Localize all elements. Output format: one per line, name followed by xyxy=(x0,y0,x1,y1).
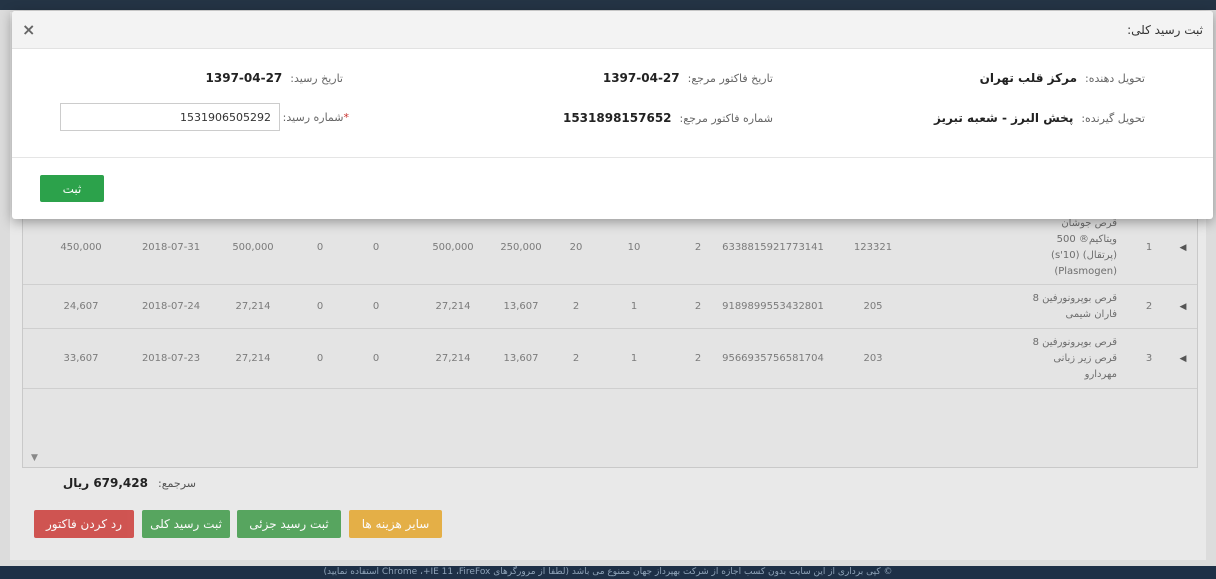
grand-total: سرجمع: 679,428 ریال xyxy=(63,476,196,490)
item-unit-price: 250,000 xyxy=(500,242,542,253)
delivered-by-value: مرکز قلب تهران xyxy=(979,71,1077,85)
receipt-number-label-text: شماره رسید: xyxy=(282,111,344,124)
item-col-3: 2 xyxy=(572,353,580,364)
table-row[interactable]: ◀ 2 قرص بوپرونورفین 8 فاران شیمی 205 918… xyxy=(23,285,1197,329)
item-col-1: 2 xyxy=(694,301,702,312)
receipt-date-field: تاریخ رسید: 1397-04-27 xyxy=(206,71,343,85)
table-row[interactable]: ◀ 3 قرص بوپرونورفین 8 قرص زیر زبانی مهرد… xyxy=(23,329,1197,389)
modal-title: ثبت رسید کلی: xyxy=(1127,23,1203,37)
item-name: قرص بوپرونورفین 8 فاران شیمی xyxy=(1032,292,1117,320)
total-receipt-button[interactable]: ثبت رسید کلی xyxy=(142,510,230,538)
item-final: 500,000 xyxy=(232,242,274,253)
items-grid: ◀ 1 قرص جوشان ویتاکیم® 500 (پرتقال) (10'… xyxy=(22,210,1198,468)
item-payable: 24,607 xyxy=(63,301,99,312)
item-date: 2018-07-31 xyxy=(141,242,201,253)
item-date: 2018-07-23 xyxy=(141,353,201,364)
item-date: 2018-07-24 xyxy=(141,301,201,312)
ref-invoice-number-field: شماره فاکتور مرجع: 1531898157652 xyxy=(563,111,773,125)
delivered-by-field: تحویل دهنده: مرکز قلب تهران xyxy=(980,71,1145,85)
item-payable: 33,607 xyxy=(63,353,99,364)
item-col-2: 1 xyxy=(630,301,638,312)
item-final: 27,214 xyxy=(235,353,271,364)
receipt-date-label: تاریخ رسید: xyxy=(290,72,343,85)
other-costs-button[interactable]: سایر هزینه ها xyxy=(349,510,442,538)
expand-caret-icon[interactable]: ◀ xyxy=(1171,211,1195,284)
item-col-4: 0 xyxy=(372,242,380,253)
copyright-footer: © کپی برداری از این سایت بدون کسب اجازه … xyxy=(0,566,1216,579)
item-code: 205 xyxy=(863,301,883,312)
close-icon[interactable]: × xyxy=(22,20,35,39)
item-col-5: 0 xyxy=(316,242,324,253)
item-col-4: 0 xyxy=(372,353,380,364)
ref-invoice-date-label: تاریخ فاکتور مرجع: xyxy=(687,72,773,85)
item-name: قرص بوپرونورفین 8 قرص زیر زبانی مهردارو xyxy=(1032,336,1117,380)
scroll-down-icon[interactable]: ▼ xyxy=(31,453,38,463)
grand-total-value: 679,428 ریال xyxy=(62,476,148,490)
item-col-3: 20 xyxy=(569,242,583,253)
item-total: 27,214 xyxy=(435,301,471,312)
item-total: 500,000 xyxy=(432,242,474,253)
receipt-number-field: *شماره رسید: xyxy=(283,111,349,124)
ref-invoice-number-value: 1531898157652 xyxy=(562,111,672,125)
modal-header: ثبت رسید کلی: × xyxy=(12,11,1213,49)
item-code: 123321 xyxy=(853,242,893,253)
item-unit-price: 13,607 xyxy=(503,301,539,312)
item-barcode: 6338815921773141 xyxy=(722,242,824,253)
row-number: 1 xyxy=(1145,242,1153,253)
item-col-5: 0 xyxy=(316,301,324,312)
top-navbar xyxy=(0,0,1216,10)
modal-divider xyxy=(12,157,1213,158)
receipt-number-input[interactable] xyxy=(60,103,280,131)
delivered-by-label: تحویل دهنده: xyxy=(1085,72,1145,85)
item-col-3: 2 xyxy=(572,301,580,312)
grand-total-label: سرجمع: xyxy=(157,477,196,490)
item-col-2: 1 xyxy=(630,353,638,364)
submit-button[interactable]: ثبت xyxy=(40,175,104,202)
total-receipt-modal: ثبت رسید کلی: × تحویل دهنده: مرکز قلب ته… xyxy=(12,11,1213,219)
receiver-value: پخش البرز - شعبه تبریز xyxy=(934,111,1074,125)
item-col-2: 10 xyxy=(627,242,641,253)
reject-invoice-button[interactable]: رد کردن فاکتور xyxy=(34,510,134,538)
expand-caret-icon[interactable]: ◀ xyxy=(1171,285,1195,328)
item-final: 27,214 xyxy=(235,301,271,312)
item-unit-price: 13,607 xyxy=(503,353,539,364)
ref-invoice-date-field: تاریخ فاکتور مرجع: 1397-04-27 xyxy=(603,71,773,85)
item-col-5: 0 xyxy=(316,353,324,364)
item-col-1: 2 xyxy=(694,353,702,364)
receipt-date-value: 1397-04-27 xyxy=(205,71,283,85)
partial-receipt-button[interactable]: ثبت رسید جزئی xyxy=(237,510,341,538)
receiver-field: تحویل گیرنده: پخش البرز - شعبه تبریز xyxy=(934,111,1145,125)
expand-caret-icon[interactable]: ◀ xyxy=(1171,329,1195,388)
row-number: 2 xyxy=(1145,301,1153,312)
ref-invoice-date-value: 1397-04-27 xyxy=(602,71,680,85)
item-barcode: 9566935756581704 xyxy=(722,353,824,364)
item-code: 203 xyxy=(863,353,883,364)
row-number: 3 xyxy=(1145,353,1153,364)
item-col-4: 0 xyxy=(372,301,380,312)
item-col-1: 2 xyxy=(694,242,702,253)
item-name: قرص جوشان ویتاکیم® 500 (پرتقال) (10's) (… xyxy=(1051,217,1117,277)
item-total: 27,214 xyxy=(435,353,471,364)
receiver-label: تحویل گیرنده: xyxy=(1081,112,1145,125)
receipt-number-label: *شماره رسید: xyxy=(283,111,349,124)
item-payable: 450,000 xyxy=(60,242,102,253)
required-marker: * xyxy=(343,111,350,124)
table-row[interactable]: ◀ 1 قرص جوشان ویتاکیم® 500 (پرتقال) (10'… xyxy=(23,211,1197,285)
ref-invoice-number-label: شماره فاکتور مرجع: xyxy=(679,112,773,125)
item-barcode: 9189899553432801 xyxy=(722,301,824,312)
